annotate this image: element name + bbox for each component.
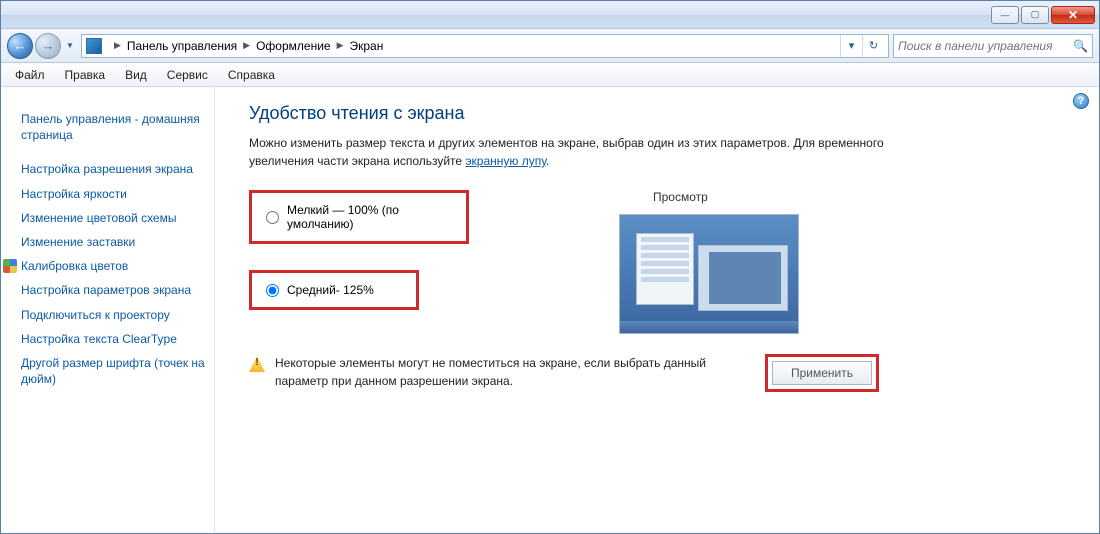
sidebar-item-screensaver[interactable]: Изменение заставки xyxy=(21,234,210,250)
preview-label: Просмотр xyxy=(653,190,799,204)
sidebar-item-calibration[interactable]: Калибровка цветов xyxy=(21,258,210,274)
menu-view[interactable]: Вид xyxy=(117,65,155,85)
nav-buttons: ← → ▼ xyxy=(7,33,77,59)
radio-medium-input[interactable] xyxy=(266,284,279,297)
forward-button[interactable]: → xyxy=(35,33,61,59)
magnifier-link[interactable]: экранную лупу xyxy=(465,154,546,168)
sidebar: Панель управления - домашняя страница На… xyxy=(1,87,215,533)
back-arrow-icon: ← xyxy=(14,38,27,53)
breadcrumb-sep-icon: ▶ xyxy=(337,40,344,51)
menu-file[interactable]: Файл xyxy=(7,65,53,85)
help-icon[interactable]: ? xyxy=(1073,93,1089,109)
address-dropdown[interactable]: ▾ xyxy=(840,35,862,57)
forward-arrow-icon: → xyxy=(42,38,55,53)
page-description: Можно изменить размер текста и других эл… xyxy=(249,134,889,170)
main-pane: ? Удобство чтения с экрана Можно изменит… xyxy=(215,87,1099,533)
radio-small[interactable]: Мелкий — 100% (по умолчанию) xyxy=(258,197,460,237)
desc-end: . xyxy=(546,154,549,168)
warning-row: Некоторые элементы могут не поместиться … xyxy=(249,354,1075,392)
maximize-icon: ▢ xyxy=(1031,9,1040,20)
minimize-button[interactable]: — xyxy=(991,6,1019,24)
radio-medium-label: Средний- 125% xyxy=(287,283,374,297)
radio-medium[interactable]: Средний- 125% xyxy=(258,277,410,303)
sidebar-item-cleartype[interactable]: Настройка текста ClearType xyxy=(21,331,210,347)
breadcrumb-sep-icon: ▶ xyxy=(243,40,250,51)
menu-edit[interactable]: Правка xyxy=(57,65,114,85)
options-row: Мелкий — 100% (по умолчанию) Средний- 12… xyxy=(249,190,1075,334)
radio-small-label: Мелкий — 100% (по умолчанию) xyxy=(287,203,452,231)
sidebar-item-brightness[interactable]: Настройка яркости xyxy=(21,186,210,202)
radio-small-input[interactable] xyxy=(266,211,279,224)
preview-image xyxy=(619,214,799,334)
search-box[interactable]: 🔍 xyxy=(893,34,1093,58)
highlight-apply: Применить xyxy=(765,354,879,392)
breadcrumb-sep-icon: ▶ xyxy=(114,40,121,51)
refresh-button[interactable]: ↻ xyxy=(862,35,884,57)
warning-text: Некоторые элементы могут не поместиться … xyxy=(275,354,755,390)
search-icon[interactable]: 🔍 xyxy=(1073,39,1088,53)
menu-help[interactable]: Справка xyxy=(220,65,283,85)
menu-bar: Файл Правка Вид Сервис Справка xyxy=(1,63,1099,87)
breadcrumb-mid[interactable]: Оформление xyxy=(256,39,330,53)
back-button[interactable]: ← xyxy=(7,33,33,59)
highlight-small: Мелкий — 100% (по умолчанию) xyxy=(249,190,469,244)
preview-window-2 xyxy=(698,245,788,311)
sidebar-item-resolution[interactable]: Настройка разрешения экрана xyxy=(21,161,210,177)
close-button[interactable]: ✕ xyxy=(1051,6,1095,24)
page-title: Удобство чтения с экрана xyxy=(249,103,1075,124)
address-tools: ▾ ↻ xyxy=(840,35,884,57)
warning-icon xyxy=(249,356,265,372)
sidebar-item-projector[interactable]: Подключиться к проектору xyxy=(21,307,210,323)
minimize-icon: — xyxy=(1001,10,1010,20)
title-bar: — ▢ ✕ xyxy=(1,1,1099,29)
desc-text: Можно изменить размер текста и других эл… xyxy=(249,136,884,168)
radio-column: Мелкий — 100% (по умолчанию) Средний- 12… xyxy=(249,190,549,310)
sidebar-item-display-params[interactable]: Настройка параметров экрана xyxy=(21,282,210,298)
preview-window-1 xyxy=(636,233,694,305)
maximize-button[interactable]: ▢ xyxy=(1021,6,1049,24)
menu-service[interactable]: Сервис xyxy=(159,65,216,85)
nav-history-dropdown[interactable]: ▼ xyxy=(63,33,77,59)
breadcrumb-leaf[interactable]: Экран xyxy=(350,39,384,53)
apply-button[interactable]: Применить xyxy=(772,361,872,385)
preview-column: Просмотр xyxy=(609,190,799,334)
sidebar-item-color-scheme[interactable]: Изменение цветовой схемы xyxy=(21,210,210,226)
highlight-medium: Средний- 125% xyxy=(249,270,419,310)
search-input[interactable] xyxy=(898,39,1073,53)
sidebar-item-dpi[interactable]: Другой размер шрифта (точек на дюйм) xyxy=(21,355,210,387)
address-box[interactable]: ▶ Панель управления ▶ Оформление ▶ Экран… xyxy=(81,34,889,58)
address-bar: ← → ▼ ▶ Панель управления ▶ Оформление ▶… xyxy=(1,29,1099,63)
close-icon: ✕ xyxy=(1068,8,1078,22)
sidebar-item-home[interactable]: Панель управления - домашняя страница xyxy=(21,111,210,143)
sidebar-item-label: Калибровка цветов xyxy=(21,258,128,274)
preview-taskbar xyxy=(620,321,798,333)
shield-icon xyxy=(3,259,17,273)
content-area: Панель управления - домашняя страница На… xyxy=(1,87,1099,533)
control-panel-icon xyxy=(86,38,102,54)
breadcrumb-root[interactable]: Панель управления xyxy=(127,39,237,53)
window: — ▢ ✕ ← → ▼ ▶ Панель управления ▶ Оформл… xyxy=(0,0,1100,534)
